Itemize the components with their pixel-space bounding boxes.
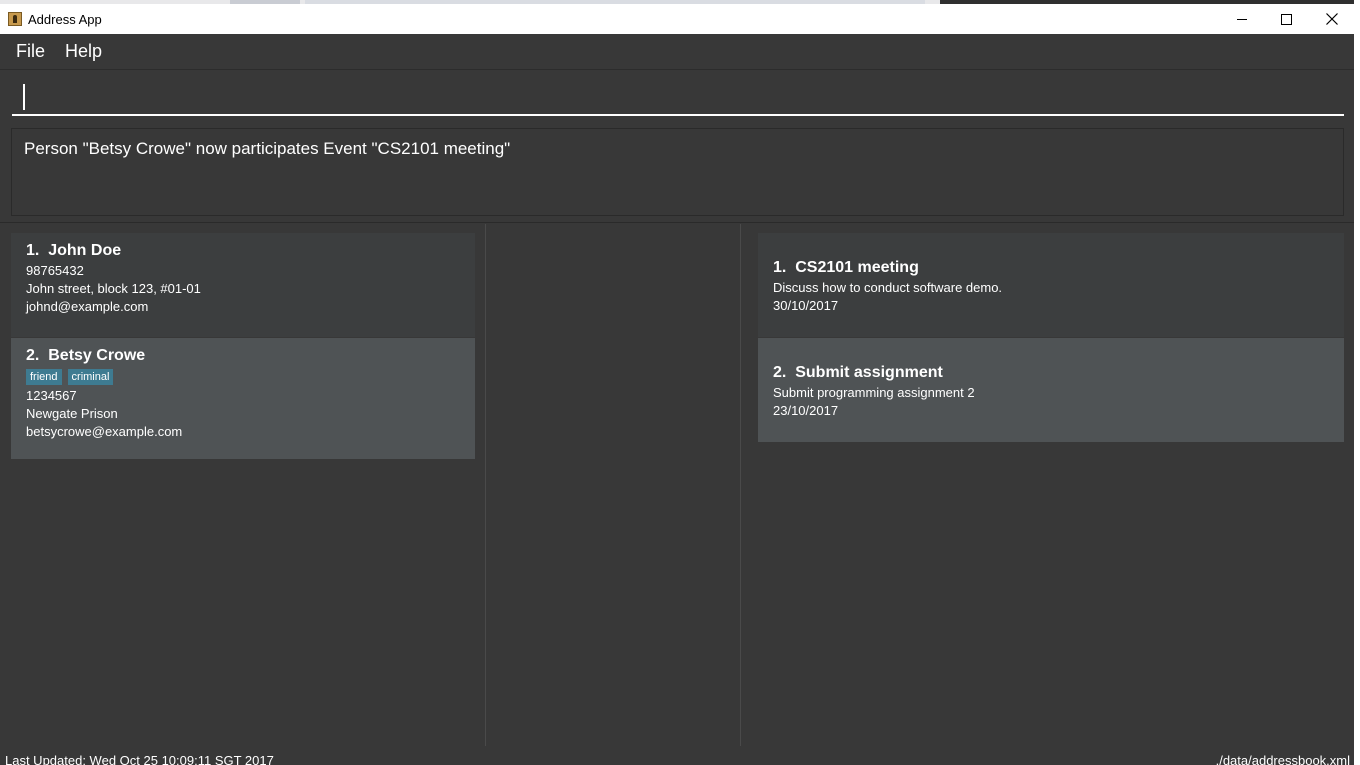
event-date: 23/10/2017 bbox=[773, 403, 839, 418]
pane-divider-right[interactable] bbox=[740, 224, 741, 746]
person-card-selected[interactable]: 2. Betsy Crowe friend criminal 1234567 N… bbox=[11, 338, 475, 459]
person-index: 2. bbox=[26, 347, 40, 364]
event-title-line: 1. CS2101 meeting bbox=[773, 259, 1329, 277]
menu-bar: File Help bbox=[0, 34, 1354, 70]
address-app-window: Address App File Help Person "Betsy Crow… bbox=[0, 4, 1354, 765]
maximize-button[interactable] bbox=[1264, 4, 1309, 34]
menu-help[interactable]: Help bbox=[65, 41, 102, 62]
event-date: 30/10/2017 bbox=[773, 298, 839, 313]
result-message: Person "Betsy Crowe" now participates Ev… bbox=[24, 139, 511, 158]
horizontal-divider bbox=[0, 222, 1354, 223]
address-book-icon bbox=[8, 12, 22, 26]
title-bar[interactable]: Address App bbox=[0, 4, 1354, 34]
person-address: Newgate Prison bbox=[26, 406, 118, 421]
event-title: CS2101 meeting bbox=[795, 259, 919, 276]
person-phone: 1234567 bbox=[26, 388, 77, 403]
event-card[interactable]: 1. CS2101 meeting Discuss how to conduct… bbox=[758, 233, 1344, 337]
person-phone: 98765432 bbox=[26, 263, 84, 278]
pane-divider-left[interactable] bbox=[485, 224, 486, 746]
person-address: John street, block 123, #01-01 bbox=[26, 281, 201, 296]
event-title: Submit assignment bbox=[795, 364, 943, 381]
event-card[interactable]: 2. Submit assignment Submit programming … bbox=[758, 338, 1344, 442]
person-name: John Doe bbox=[48, 242, 122, 259]
event-index: 2. bbox=[773, 364, 787, 381]
tag-badge: friend bbox=[26, 369, 62, 385]
event-description: Submit programming assignment 2 bbox=[773, 385, 975, 400]
close-icon bbox=[1325, 13, 1338, 25]
tag-badge: criminal bbox=[67, 369, 114, 385]
window-title: Address App bbox=[28, 11, 102, 27]
event-index: 1. bbox=[773, 259, 787, 276]
status-bar: Last Updated: Wed Oct 25 10:09:11 SGT 20… bbox=[0, 746, 1354, 765]
command-box bbox=[12, 76, 1348, 116]
person-email: johnd@example.com bbox=[26, 299, 149, 314]
result-display[interactable]: Person "Betsy Crowe" now participates Ev… bbox=[11, 128, 1344, 216]
maximize-icon bbox=[1281, 13, 1292, 25]
event-title-line: 2. Submit assignment bbox=[773, 364, 1329, 382]
person-name: Betsy Crowe bbox=[48, 347, 146, 364]
background-window-edge bbox=[1354, 0, 1360, 765]
person-email: betsycrowe@example.com bbox=[26, 424, 183, 439]
text-caret bbox=[23, 84, 25, 110]
minimize-icon bbox=[1236, 18, 1247, 20]
person-index: 1. bbox=[26, 242, 40, 259]
status-file-path: ./data/addressbook.xml bbox=[1215, 753, 1350, 765]
close-button[interactable] bbox=[1309, 4, 1354, 34]
event-description: Discuss how to conduct software demo. bbox=[773, 280, 1003, 295]
command-input[interactable] bbox=[12, 76, 1348, 116]
person-tags: friend criminal bbox=[26, 369, 460, 385]
menu-file[interactable]: File bbox=[16, 41, 45, 62]
minimize-button[interactable] bbox=[1219, 4, 1264, 34]
person-name-line: 1. John Doe bbox=[26, 242, 460, 260]
person-card[interactable]: 1. John Doe 98765432 John street, block … bbox=[11, 233, 475, 337]
window-controls bbox=[1219, 4, 1354, 34]
status-last-updated: Last Updated: Wed Oct 25 10:09:11 SGT 20… bbox=[5, 753, 274, 765]
person-name-line: 2. Betsy Crowe bbox=[26, 347, 460, 365]
